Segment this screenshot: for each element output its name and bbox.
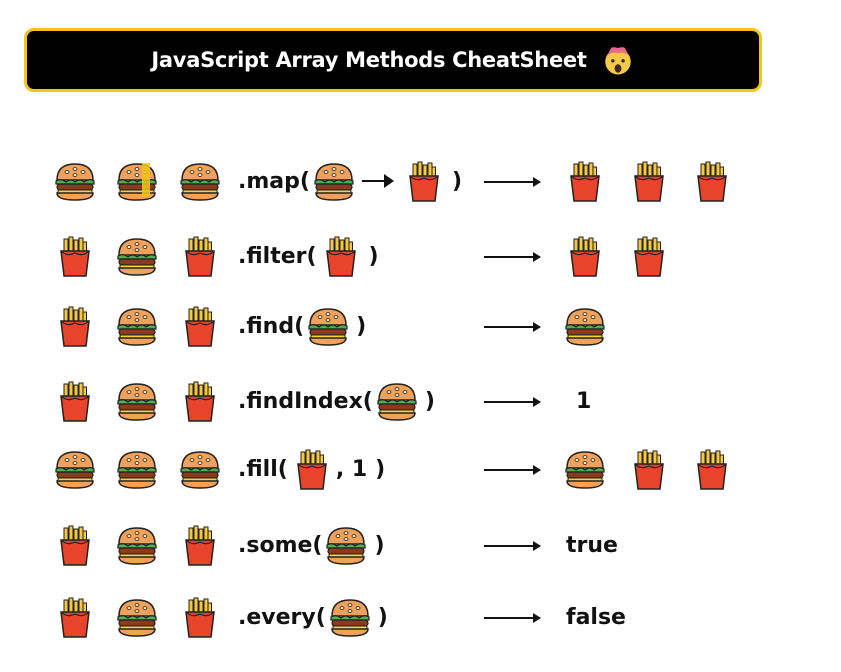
title-banner: JavaScript Array Methods CheatSheet <box>24 28 762 92</box>
result-arrow-icon <box>484 465 541 475</box>
method-name: .every( <box>238 605 326 630</box>
result-arrow-icon <box>484 252 541 262</box>
fries-icon <box>178 380 222 424</box>
argument-burger-icon <box>328 596 372 640</box>
row-filter: .filter() <box>0 227 841 287</box>
fries-icon <box>178 524 222 568</box>
fries-icon <box>53 596 97 640</box>
burger-icon <box>178 448 222 492</box>
row-fill: .fill( , 1) <box>0 440 841 500</box>
fries-icon <box>53 235 97 279</box>
fries-icon <box>178 596 222 640</box>
result-value: false <box>566 605 626 630</box>
argument-fries-icon <box>290 448 334 492</box>
result-fries-icon <box>627 160 671 204</box>
method-close-paren: ) <box>374 533 385 558</box>
page-title: JavaScript Array Methods CheatSheet <box>151 48 587 72</box>
result-fries-icon <box>563 160 607 204</box>
result-fries-icon <box>627 448 671 492</box>
row-every: .every() false <box>0 588 841 648</box>
row-map: .map() <box>0 152 841 212</box>
burger-icon <box>53 448 97 492</box>
result-fries-icon <box>627 235 671 279</box>
fries-icon <box>178 305 222 349</box>
argument-burger-icon <box>375 380 419 424</box>
result-value: true <box>566 533 618 558</box>
burger-icon <box>115 235 159 279</box>
result-arrow-icon <box>484 177 541 187</box>
result-arrow-icon <box>484 397 541 407</box>
argument-fries-icon <box>402 160 446 204</box>
row-some: .some() true <box>0 516 841 576</box>
method-close-paren: ) <box>451 169 462 194</box>
method-name: .findIndex( <box>238 389 373 414</box>
argument-fries-icon <box>319 235 363 279</box>
argument-burger-icon <box>312 160 356 204</box>
transform-arrow-icon <box>361 174 394 188</box>
method-close-paren: ) <box>375 457 386 482</box>
exploding-head-emoji-icon <box>601 43 635 77</box>
method-close-paren: ) <box>356 314 367 339</box>
method-name: .fill( <box>238 457 288 482</box>
row-find: .find() <box>0 297 841 357</box>
burger-icon <box>115 380 159 424</box>
argument-burger-icon <box>324 524 368 568</box>
result-fries-icon <box>563 235 607 279</box>
method-close-paren: ) <box>368 244 379 269</box>
method-name: .some( <box>238 533 323 558</box>
burger-icon <box>115 448 159 492</box>
method-close-paren: ) <box>424 389 435 414</box>
burger-icon <box>115 305 159 349</box>
burger-icon <box>115 160 159 204</box>
result-fries-icon <box>690 448 734 492</box>
result-arrow-icon <box>484 322 541 332</box>
method-name: .map( <box>238 169 310 194</box>
argument-burger-icon <box>306 305 350 349</box>
burger-icon <box>115 524 159 568</box>
result-arrow-icon <box>484 613 541 623</box>
cursor-highlight <box>142 163 150 197</box>
row-findIndex: .findIndex() 1 <box>0 372 841 432</box>
result-fries-icon <box>690 160 734 204</box>
fries-icon <box>53 380 97 424</box>
burger-icon <box>53 160 97 204</box>
method-close-paren: ) <box>377 605 388 630</box>
result-arrow-icon <box>484 541 541 551</box>
method-name: .filter( <box>238 244 317 269</box>
method-extra-arg: , 1 <box>335 457 368 482</box>
result-value: 1 <box>576 389 592 414</box>
fries-icon <box>178 235 222 279</box>
fries-icon <box>53 305 97 349</box>
burger-icon <box>178 160 222 204</box>
fries-icon <box>53 524 97 568</box>
result-burger-icon <box>563 305 607 349</box>
burger-icon <box>115 596 159 640</box>
result-burger-icon <box>563 448 607 492</box>
method-name: .find( <box>238 314 305 339</box>
